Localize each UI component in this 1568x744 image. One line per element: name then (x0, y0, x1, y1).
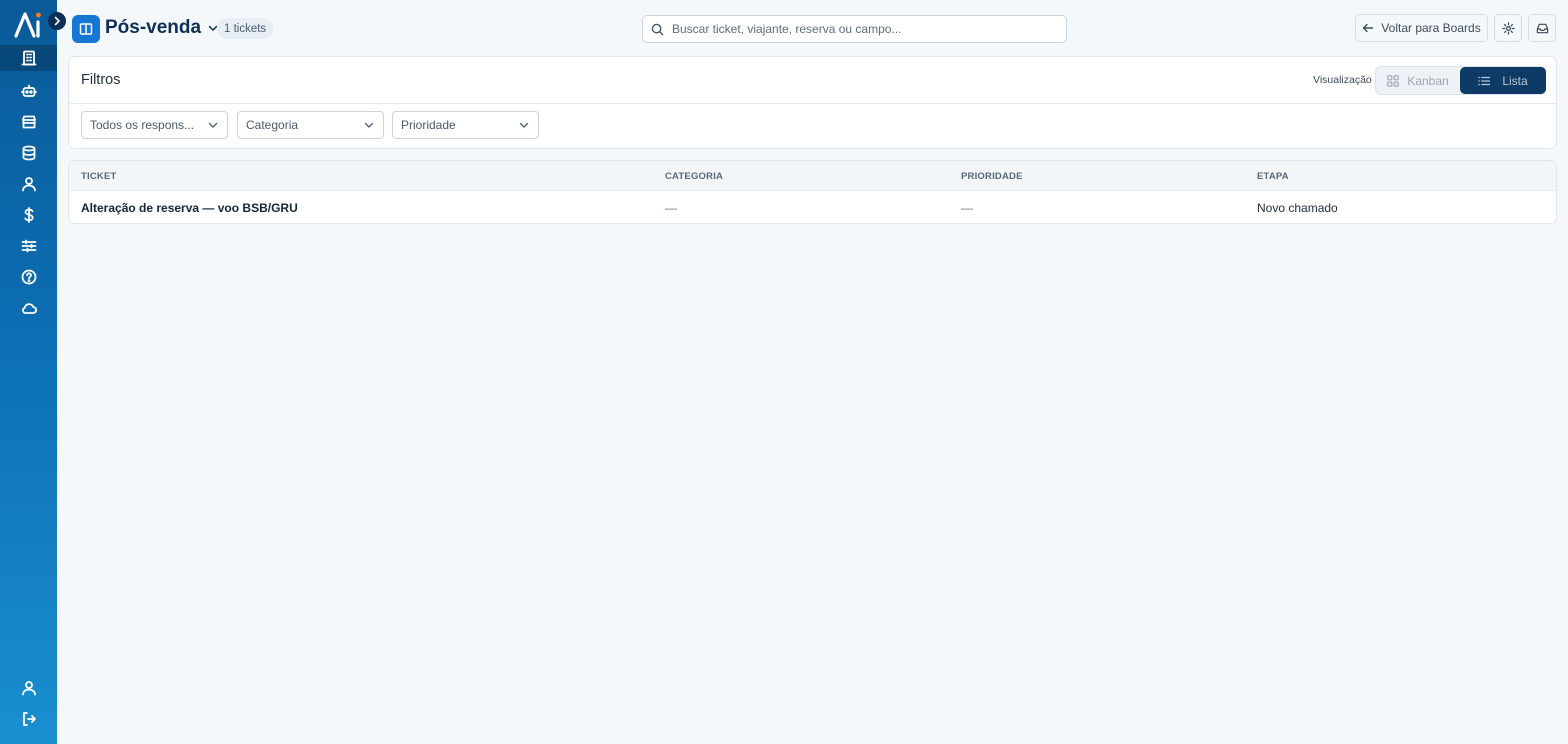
list-icon (1478, 76, 1491, 85)
column-header-categoria[interactable]: CATEGORIA (665, 171, 723, 182)
sidebar-item-profile[interactable] (0, 675, 57, 701)
user-icon (21, 177, 36, 192)
priority-select-value: Prioridade (401, 118, 456, 132)
category-select-value: Categoria (246, 118, 299, 132)
sidebar-item-help[interactable] (0, 264, 57, 290)
inbox-icon (1536, 23, 1548, 33)
inbox-button[interactable] (1528, 14, 1556, 42)
category-select[interactable]: Categoria (237, 111, 384, 139)
sidebar (0, 0, 57, 744)
logout-icon (22, 712, 36, 726)
table-header: TICKET CATEGORIA PRIORIDADE ETAPA (69, 161, 1556, 191)
view-kanban-label: Kanban (1407, 73, 1449, 88)
column-header-ticket[interactable]: TICKET (81, 171, 117, 182)
profile-icon (21, 681, 36, 696)
sidebar-item-finance[interactable] (0, 202, 57, 228)
view-lista-button[interactable]: Lista (1460, 67, 1546, 94)
store-icon (21, 115, 36, 129)
cell-etapa: Novo chamado (1257, 201, 1338, 215)
sidebar-item-bots[interactable] (0, 78, 57, 104)
sidebar-item-logout[interactable] (0, 706, 57, 732)
sidebar-item-users[interactable] (0, 171, 57, 197)
sidebar-item-cloud[interactable] (0, 295, 57, 321)
sidebar-item-settings[interactable] (0, 233, 57, 259)
priority-select[interactable]: Prioridade (392, 111, 539, 139)
sidebar-item-database[interactable] (0, 140, 57, 166)
responsible-select[interactable]: Todos os respons... (81, 111, 228, 139)
board-selector[interactable]: Pós-venda (105, 16, 219, 40)
cell-prioridade: — (961, 201, 973, 215)
gear-icon (1501, 21, 1515, 35)
board-icon-button[interactable] (72, 15, 100, 43)
view-toggle: Kanban Lista (1375, 66, 1546, 95)
view-mode-label: Visualização (1313, 74, 1372, 86)
robot-icon (20, 84, 37, 97)
filters-title: Filtros (81, 72, 121, 88)
cell-ticket[interactable]: Alteração de reserva — voo BSB/GRU (81, 201, 298, 215)
sidebar-item-companies[interactable] (0, 45, 57, 71)
cloud-icon (21, 303, 37, 314)
responsible-select-value: Todos os respons... (90, 118, 195, 132)
grid-icon (1387, 74, 1400, 87)
search-icon (651, 23, 664, 35)
sidebar-item-store[interactable] (0, 109, 57, 135)
chevron-right-icon (54, 16, 60, 26)
tickets-table: TICKET CATEGORIA PRIORIDADE ETAPA Altera… (68, 160, 1557, 224)
cell-categoria: — (665, 201, 677, 215)
filters-divider (69, 103, 1556, 104)
app-logo[interactable] (14, 10, 44, 38)
chevron-down-icon (208, 122, 218, 128)
view-lista-label: Lista (1502, 73, 1528, 88)
columns-icon (79, 23, 93, 35)
arrow-left-icon (1363, 23, 1374, 33)
settings-button[interactable] (1494, 14, 1522, 42)
chevron-down-icon (364, 122, 374, 128)
back-to-boards-label: Voltar para Boards (1381, 21, 1481, 35)
table-row[interactable]: Alteração de reserva — voo BSB/GRU — — N… (69, 191, 1556, 223)
help-icon (21, 269, 36, 285)
database-icon (22, 145, 35, 161)
chevron-down-icon (519, 122, 529, 128)
view-kanban-button[interactable]: Kanban (1376, 67, 1460, 94)
search-box[interactable] (642, 15, 1067, 43)
dollar-icon (23, 207, 34, 223)
sliders-icon (21, 239, 36, 253)
search-input[interactable] (672, 22, 1052, 36)
building-icon (21, 50, 36, 66)
filters-panel: Filtros Visualização Kanban Lista Todos … (68, 56, 1557, 149)
column-header-prioridade[interactable]: PRIORIDADE (961, 171, 1023, 182)
column-header-etapa[interactable]: ETAPA (1257, 171, 1289, 182)
back-to-boards-button[interactable]: Voltar para Boards (1355, 14, 1488, 42)
ticket-count-badge: 1 tickets (217, 18, 274, 39)
sidebar-expand-button[interactable] (48, 12, 66, 30)
board-title: Pós-venda (105, 17, 202, 38)
